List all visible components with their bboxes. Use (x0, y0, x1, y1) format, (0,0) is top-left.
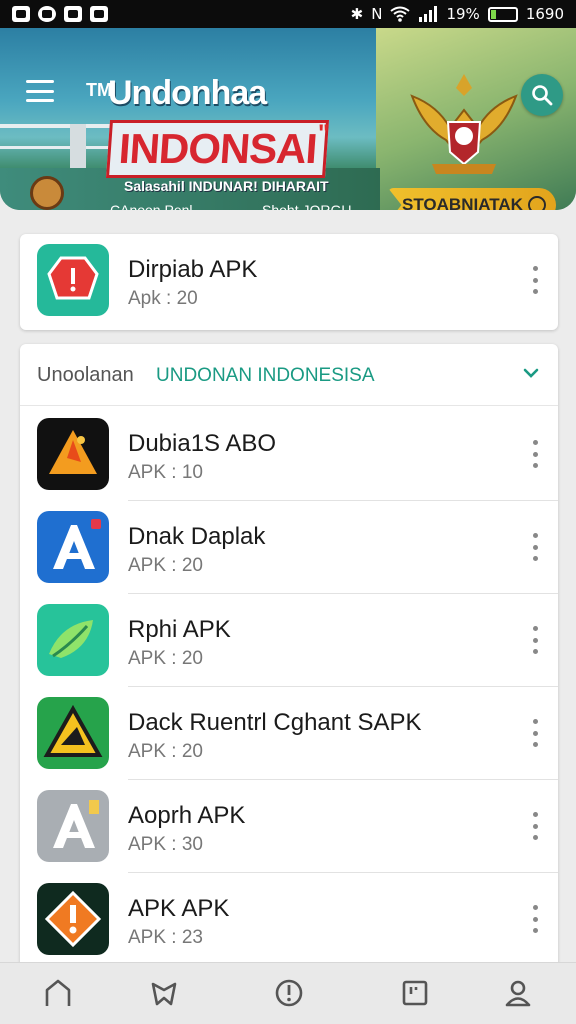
profile-icon (505, 980, 531, 1007)
app-subtitle: APK : 20 (128, 555, 203, 576)
bluetooth-icon: ✱ (350, 5, 364, 23)
section-header[interactable]: Unoolanan UNDONAN INDONESISA (20, 344, 558, 406)
list-item[interactable]: Aoprh APK APK : 30 (20, 780, 558, 873)
app-subtitle: APK : 30 (128, 834, 203, 855)
clock: 1690 (525, 5, 564, 23)
banner-subline: Salasahil INDUNAR! DIHARAIT (124, 178, 329, 194)
battery-icon (487, 6, 518, 22)
section-value: UNDONAN INDONESISA (156, 365, 375, 386)
app-title: Dirpiab APK (128, 256, 258, 283)
alert-app-icon (37, 883, 109, 955)
chevron-down-icon[interactable] (522, 364, 540, 382)
garuda-emblem-icon (410, 74, 518, 174)
app-subtitle: APK : 20 (128, 648, 203, 669)
info-icon (275, 979, 303, 1007)
letter-a-app-icon (37, 511, 109, 583)
image-icon (12, 6, 30, 22)
banner-caption-left: CAnoon Penl (110, 202, 193, 210)
banner-caption-right: Shoht JORGU (262, 202, 352, 210)
list-item[interactable]: Dack Ruentrl Cghant SAPK APK : 20 (20, 687, 558, 780)
app-subtitle: APK : 20 (128, 741, 203, 762)
hero-banner: TM Undonhaa INDONSAI " Salasahil INDUNAR… (0, 28, 576, 210)
more-options-icon[interactable] (530, 719, 540, 747)
more-options-icon[interactable] (530, 533, 540, 561)
list-item[interactable]: Dubia1S ABO APK : 10 (20, 408, 558, 501)
sync-icon (38, 6, 56, 22)
status-bar: ✱ N 19% 1690 (0, 0, 576, 28)
app-list-card: Unoolanan UNDONAN INDONESISA Dubia1S ABO… (20, 344, 558, 984)
nfc-icon: N (371, 5, 383, 23)
search-icon (532, 85, 553, 106)
app-title: Dack Ruentrl Cghant SAPK (128, 709, 422, 736)
warning-stop-icon (37, 244, 109, 316)
shield-icon (151, 982, 177, 1006)
leaf-app-icon (37, 604, 109, 676)
home-icon (45, 979, 71, 1006)
app-title: APK APK (128, 895, 230, 922)
triangle-app-icon (37, 697, 109, 769)
list-item[interactable]: Dnak Daplak APK : 20 (20, 501, 558, 594)
signal-icon (419, 6, 438, 22)
more-options-icon[interactable] (530, 905, 540, 933)
app-title: Dnak Daplak (128, 523, 266, 550)
more-options-icon[interactable] (530, 440, 540, 468)
flag-icon (90, 6, 108, 22)
battery-percent: 19% (446, 5, 480, 23)
section-label: Unoolanan (37, 364, 134, 386)
app-subtitle: Apk : 20 (128, 288, 198, 309)
featured-app-card[interactable]: Dirpiab APK Apk : 20 (20, 234, 558, 330)
camera-icon (64, 6, 82, 22)
store-badge[interactable]: STOABNIATAK (388, 188, 556, 210)
store-badge-label: STOABNIATAK (402, 195, 523, 210)
flame-app-icon (37, 418, 109, 490)
more-options-icon[interactable] (530, 266, 540, 294)
list-item[interactable]: Dirpiab APK Apk : 20 (20, 234, 558, 327)
headline: INDONSAI (105, 120, 330, 178)
app-subtitle: APK : 23 (128, 927, 203, 948)
menu-icon[interactable] (26, 80, 54, 102)
more-options-icon[interactable] (530, 812, 540, 840)
list-item[interactable]: Rphi APK APK : 20 (20, 594, 558, 687)
app-title: Dubia1S ABO (128, 430, 277, 457)
nav-bookmark[interactable] (397, 975, 433, 1011)
search-button[interactable] (521, 74, 563, 116)
bottom-navigation (0, 962, 576, 1024)
status-left-icons (12, 6, 108, 22)
brand-title: Undonhaa (108, 74, 267, 112)
app-title: Aoprh APK (128, 802, 246, 829)
nav-shield[interactable] (146, 975, 182, 1011)
list-item[interactable]: APK APK APK : 23 (20, 873, 558, 966)
app-subtitle: APK : 10 (128, 462, 203, 483)
more-options-icon[interactable] (530, 626, 540, 654)
wifi-icon (390, 6, 411, 22)
play-icon (528, 196, 546, 210)
nav-profile[interactable] (500, 975, 536, 1011)
app-title: Rphi APK (128, 616, 231, 643)
headline-quote: " (318, 120, 330, 147)
gray-a-app-icon (37, 790, 109, 862)
nav-info[interactable] (271, 975, 307, 1011)
bookmark-icon (402, 980, 428, 1006)
nav-home[interactable] (40, 975, 76, 1011)
status-right-icons: ✱ N 19% 1690 (351, 5, 564, 23)
mascot-icon (30, 176, 64, 210)
